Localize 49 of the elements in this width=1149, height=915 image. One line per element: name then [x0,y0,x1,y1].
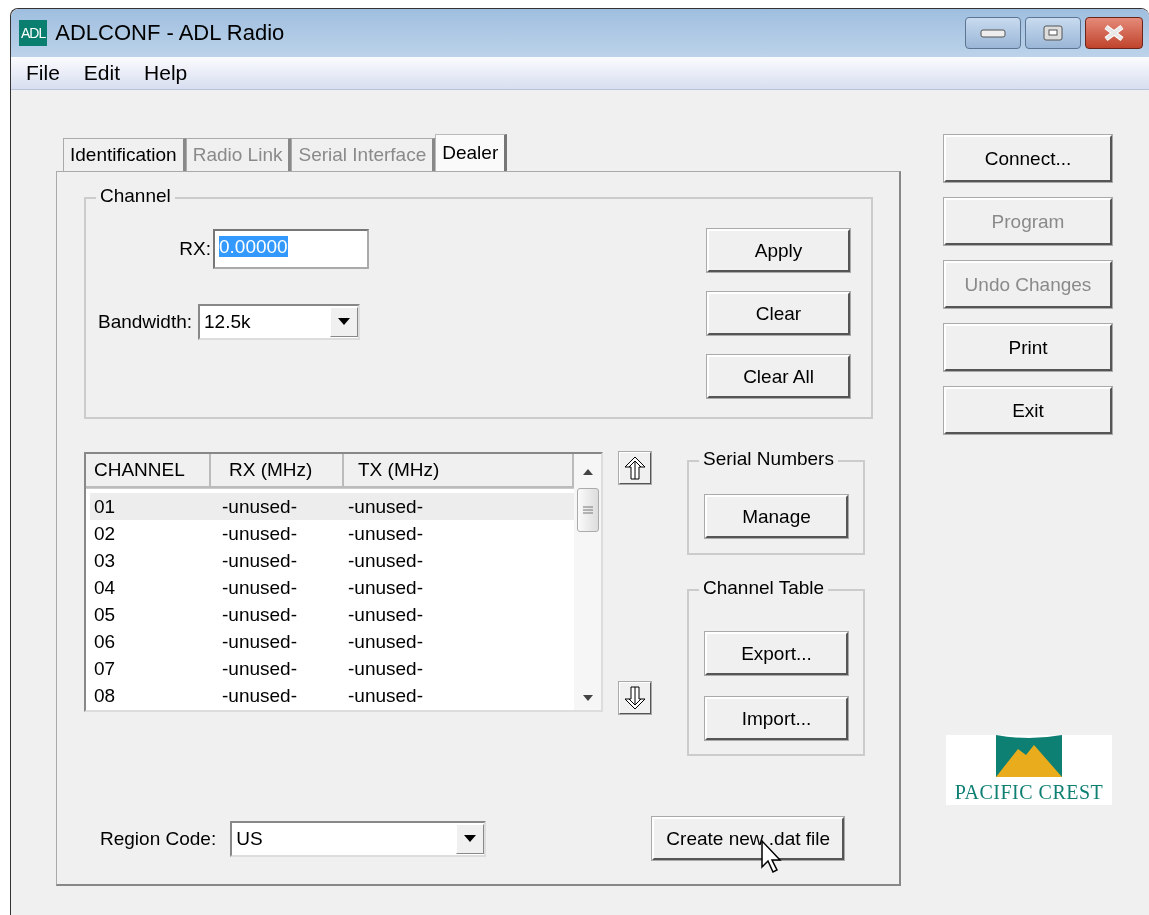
down-arrow-icon [624,686,646,710]
scrollbar[interactable] [574,454,601,710]
action-button[interactable]: Import... [705,697,848,740]
bandwidth-dropdown[interactable]: 12.5k [198,304,360,340]
list-row[interactable]: 07 -unused- -unused- [90,655,574,682]
menu-item[interactable]: Edit [74,61,130,85]
side-button[interactable]: Print [944,324,1112,371]
action-button[interactable]: Clear [707,292,850,335]
logo-text: PACIFIC CREST [954,781,1104,804]
list-row[interactable]: 03 -unused- -unused- [90,547,574,574]
scroll-up-icon [581,468,594,476]
side-button[interactable]: Connect... [944,135,1112,182]
tab[interactable]: Identification [63,138,186,171]
action-button[interactable]: Apply [707,229,850,272]
scroll-thumb[interactable] [576,488,599,532]
list-row[interactable]: 04 -unused- -unused- [90,574,574,601]
field-label: RX: [178,238,212,260]
close-button[interactable] [1085,17,1143,49]
scroll-down-icon [581,694,594,702]
column-header[interactable]: RX (MHz) [211,454,344,488]
create-file-button[interactable]: Create new .dat file [652,817,845,860]
mountain-drawing [996,735,1062,779]
up-arrow-icon [624,456,646,480]
dropdown-arrow-icon [338,318,350,326]
dropdown-arrow-icon [464,834,477,843]
list-row[interactable]: 05 -unused- -unused- [90,601,574,628]
manage-button[interactable]: Manage [705,495,848,538]
move-up-button[interactable] [619,452,651,484]
column-header[interactable]: TX (MHz) [344,454,574,488]
region-dropdown[interactable]: US [230,820,487,857]
menu-item[interactable]: Help [135,61,197,85]
action-button[interactable]: Export... [705,632,848,675]
list-row[interactable]: 06 -unused- -unused- [90,628,574,655]
tab[interactable]: Dealer [435,134,508,171]
app-icon: ADL [19,20,48,46]
side-button[interactable]: Exit [944,387,1112,434]
list-row[interactable]: 01 -unused- -unused- [90,493,574,520]
list-row[interactable]: 08 -unused- -unused- [90,682,574,709]
field-label: Region Code: [100,827,217,850]
minimize-button[interactable] [965,17,1021,49]
menu-item[interactable]: File [17,61,69,85]
move-down-button[interactable] [619,682,651,714]
action-button[interactable]: Clear All [707,355,850,398]
minimize-icon [980,28,1006,38]
list-row[interactable]: 02 -unused- -unused- [90,520,574,547]
field-label: Bandwidth: [98,311,192,333]
window-title: ADLCONF - ADL Radio [55,20,285,46]
maximize-icon [1043,25,1063,41]
column-header[interactable]: CHANNEL [86,454,211,488]
